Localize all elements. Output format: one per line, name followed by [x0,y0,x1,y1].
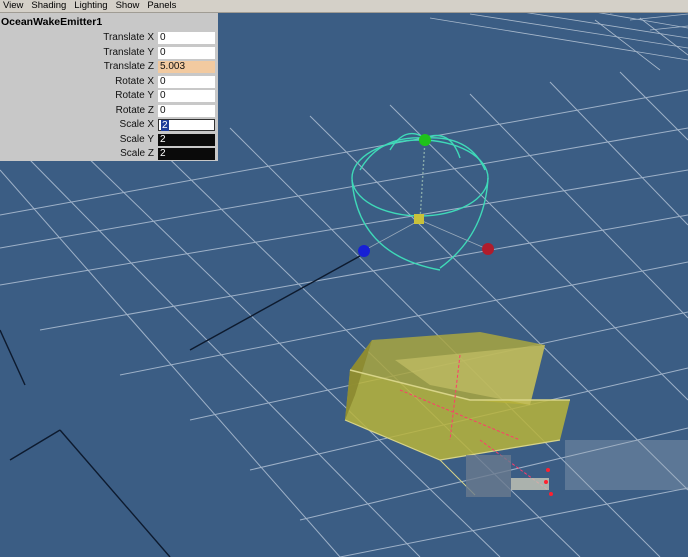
selected-text[interactable]: 2 [161,120,169,131]
attr-value-field[interactable]: 5.003 [158,61,215,73]
attr-row-translate-z[interactable]: Translate Z 5.003 [0,60,218,75]
green-sphere-icon[interactable] [419,134,431,146]
attr-row-translate-y[interactable]: Translate Y 0 [0,46,218,61]
channel-box: OceanWakeEmitter1 Translate X 0 Translat… [0,13,218,161]
blue-sphere-icon[interactable] [358,245,370,257]
panel-menubar: View Shading Lighting Show Panels [0,0,688,13]
attr-row-rotate-y[interactable]: Rotate Y 0 [0,89,218,104]
attr-label[interactable]: Translate X [103,31,154,45]
attr-value-field[interactable]: 0 [158,32,215,44]
red-sphere-icon[interactable] [482,243,494,255]
attr-label[interactable]: Scale X [120,118,154,132]
attr-label[interactable]: Translate Y [103,46,154,60]
menu-show[interactable]: Show [113,0,145,12]
partial-render-artifact [565,440,688,490]
attr-value-field-editing[interactable]: 2 [158,119,215,131]
attr-value-field[interactable]: 0 [158,104,215,117]
attr-row-scale-y[interactable]: Scale Y 2 [0,133,218,148]
attr-label[interactable]: Translate Z [104,60,154,74]
yellow-cube-icon[interactable] [414,214,424,224]
attr-row-scale-x[interactable]: Scale X 2 [0,118,218,133]
attr-row-scale-z[interactable]: Scale Z 2 [0,147,218,162]
attr-label[interactable]: Scale Y [120,133,154,147]
menu-view[interactable]: View [0,0,28,12]
attr-value-field[interactable]: 2 [158,133,215,146]
attr-label[interactable]: Rotate Z [116,104,154,118]
attr-label[interactable]: Rotate Y [115,89,154,103]
object-name[interactable]: OceanWakeEmitter1 [0,13,218,31]
menu-panels[interactable]: Panels [144,0,181,12]
menu-shading[interactable]: Shading [28,0,71,12]
attr-value-field[interactable]: 2 [158,148,215,160]
attr-value-field[interactable]: 0 [158,46,215,59]
attr-value-field[interactable]: 0 [158,75,215,88]
attr-value-field[interactable]: 0 [158,90,215,102]
attr-row-rotate-z[interactable]: Rotate Z 0 [0,104,218,119]
attr-label[interactable]: Scale Z [120,147,154,161]
attr-label[interactable]: Rotate X [115,75,154,89]
attr-row-rotate-x[interactable]: Rotate X 0 [0,75,218,90]
attr-row-translate-x[interactable]: Translate X 0 [0,31,218,46]
menu-lighting[interactable]: Lighting [71,0,112,12]
